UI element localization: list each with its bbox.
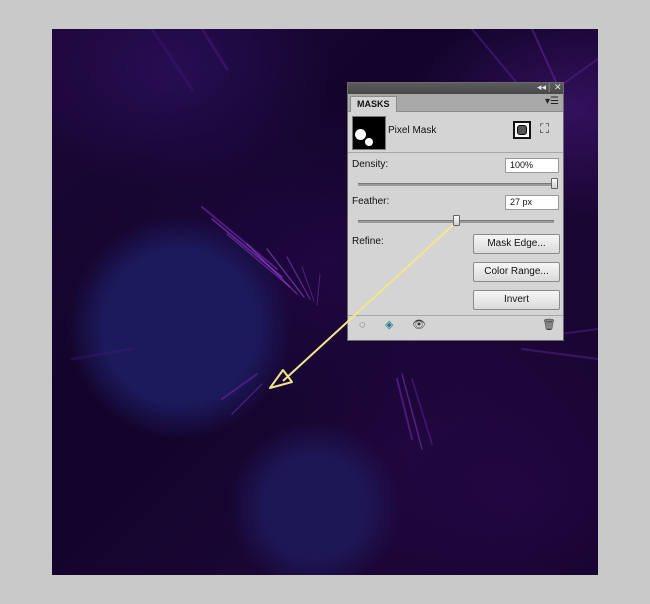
annotation-arrow-head	[269, 369, 293, 389]
annotation-arrow	[269, 224, 454, 389]
annotation-arrow-line	[282, 224, 454, 382]
